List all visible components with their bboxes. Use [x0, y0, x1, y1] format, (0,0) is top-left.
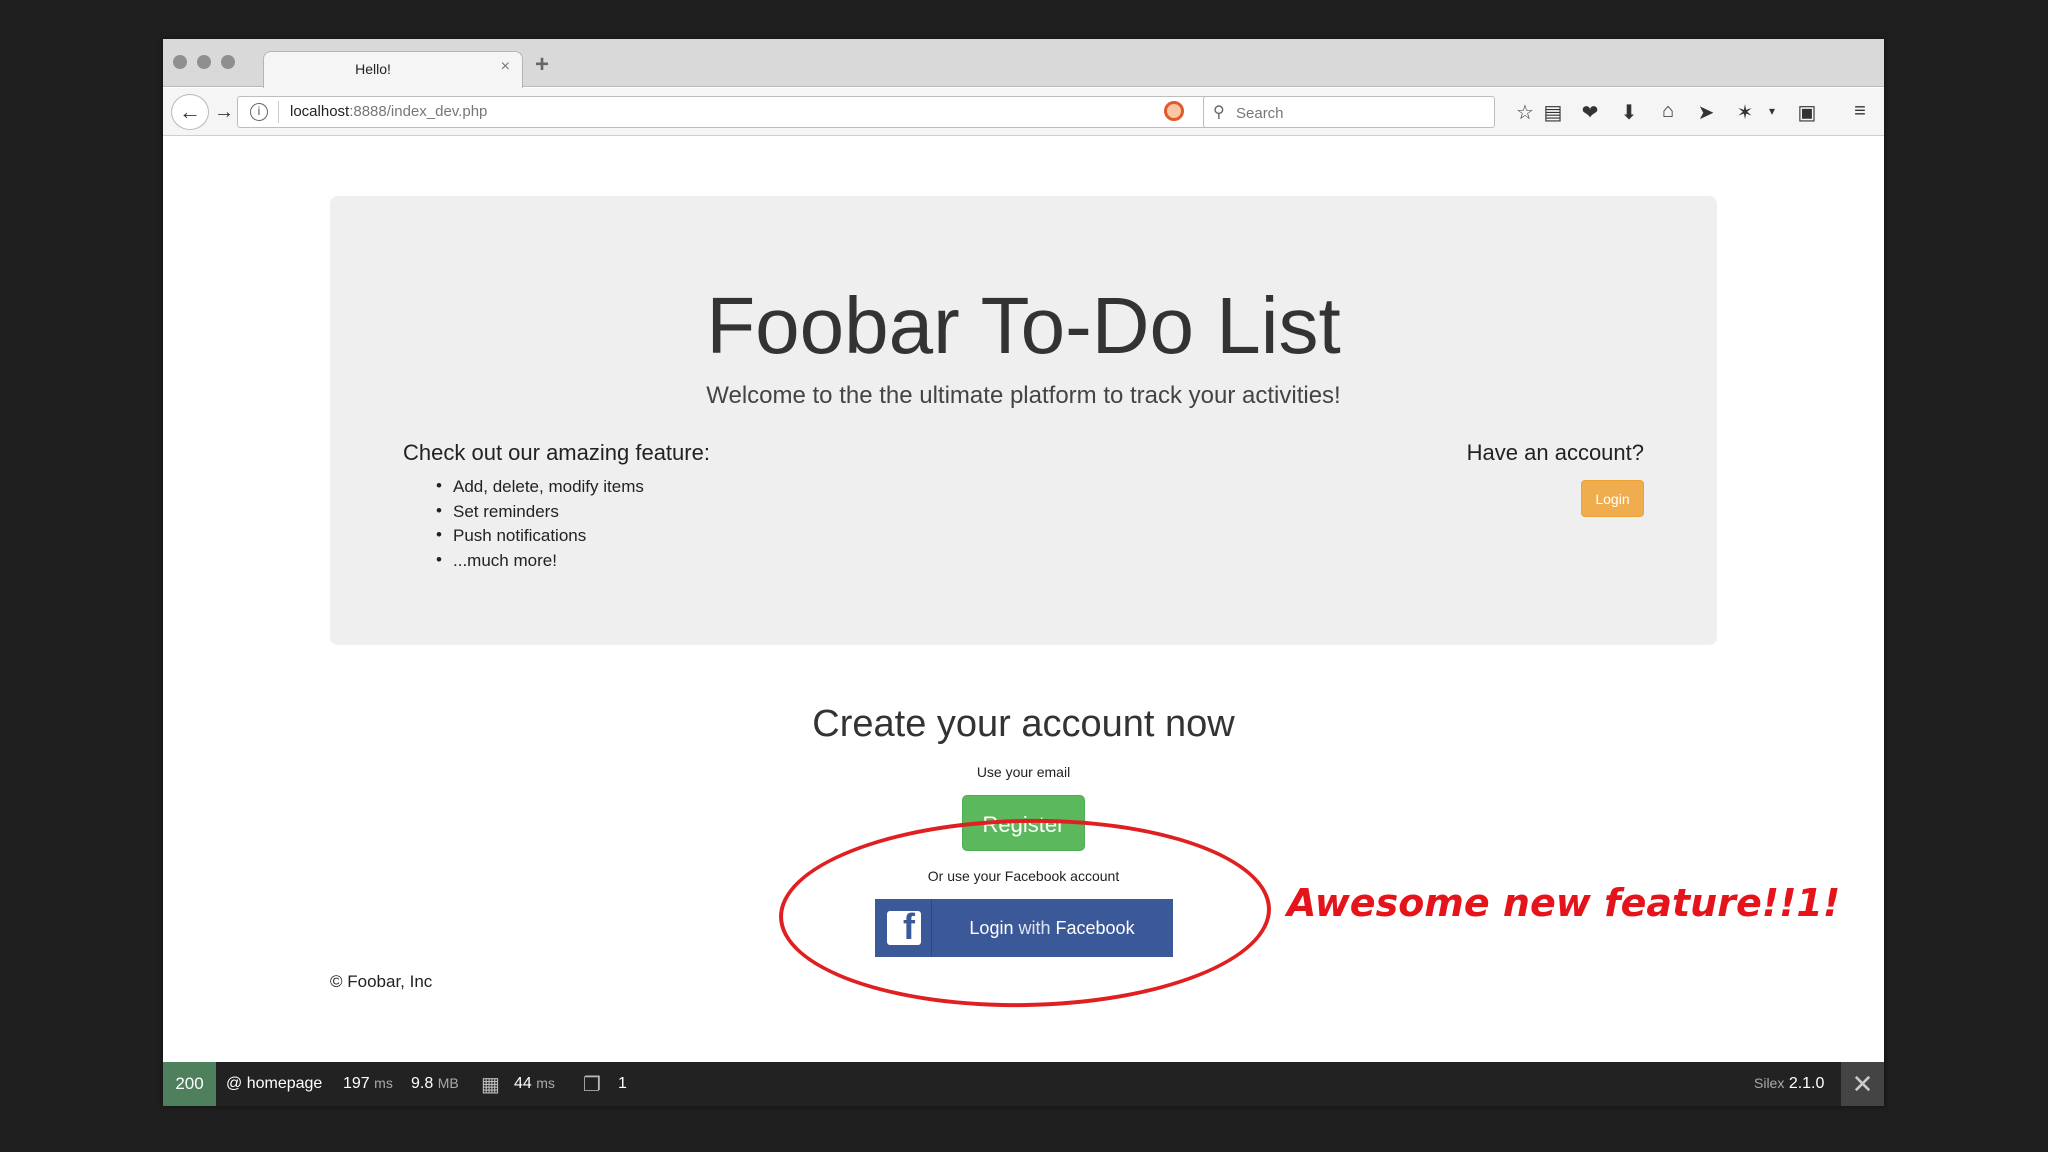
home-icon[interactable]: ⌂ — [1654, 100, 1682, 123]
page-content: Foobar To-Do List Welcome to the the ult… — [163, 137, 1884, 1061]
back-button[interactable]: ← — [171, 94, 209, 130]
features-heading: Check out our amazing feature: — [403, 440, 710, 465]
download-icon[interactable]: ⬇ — [1615, 100, 1643, 125]
memory-usage[interactable]: 9.8 MB — [411, 1075, 459, 1093]
url-bar[interactable]: i localhost:8888/index_dev.php ↻ — [237, 96, 1280, 128]
close-toolbar-button[interactable]: ✕ — [1841, 1062, 1884, 1106]
tab-title: Hello! — [355, 61, 391, 77]
account-heading: Have an account? — [1466, 440, 1644, 465]
blocker-extension-icon[interactable] — [1164, 101, 1184, 121]
info-icon[interactable]: i — [250, 103, 268, 121]
debug-toolbar: 200 @ homepage 197 ms 9.8 MB ▦ 44 ms ❐ 1… — [163, 1062, 1884, 1106]
url-text[interactable]: localhost:8888/index_dev.php — [290, 103, 487, 120]
search-icon: ⚲ — [1213, 104, 1225, 121]
requests-count[interactable]: 1 — [618, 1075, 627, 1093]
feature-item: Set reminders — [436, 501, 644, 527]
search-bar[interactable]: ⚲ Search — [1203, 96, 1495, 128]
reading-list-icon[interactable]: ▤ — [1539, 100, 1567, 125]
jumbotron: Foobar To-Do List Welcome to the the ult… — [330, 196, 1717, 645]
close-window-button[interactable] — [173, 55, 187, 69]
new-tab-button[interactable]: + — [535, 51, 549, 79]
url-separator — [278, 101, 279, 123]
requests-icon: ❐ — [583, 1074, 601, 1096]
extension-icon[interactable]: ✶ — [1731, 100, 1759, 125]
minimize-window-button[interactable] — [197, 55, 211, 69]
page-title: Foobar To-Do List — [706, 281, 1341, 370]
browser-window: Hello! × + ← → i localhost:8888/index_de… — [163, 39, 1884, 1106]
feature-item: Push notifications — [436, 525, 644, 551]
features-list: Add, delete, modify items Set reminders … — [436, 476, 644, 576]
page-subtitle: Welcome to the the ultimate platform to … — [706, 382, 1341, 409]
status-code-badge[interactable]: 200 — [163, 1062, 216, 1106]
tab-bar: Hello! × + — [163, 39, 1884, 88]
framework-version[interactable]: Silex 2.1.0 — [1754, 1075, 1824, 1093]
bookmark-star-icon[interactable]: ☆ — [1511, 100, 1539, 125]
route-name[interactable]: @ homepage — [226, 1075, 322, 1093]
annotation-text: Awesome new feature!!1! — [1287, 881, 1841, 925]
feature-item: ...much more! — [436, 550, 644, 576]
footer-copyright: © Foobar, Inc — [330, 972, 433, 991]
send-icon[interactable]: ➤ — [1692, 100, 1720, 125]
search-placeholder: Search — [1236, 105, 1284, 122]
pocket-icon[interactable]: ❤ — [1576, 100, 1604, 125]
feature-item: Add, delete, modify items — [436, 476, 644, 502]
signup-heading: Create your account now — [812, 703, 1235, 745]
db-time[interactable]: 44 ms — [514, 1075, 555, 1093]
tab-close-icon[interactable]: × — [501, 58, 510, 76]
extension-box-icon[interactable]: ▣ — [1793, 100, 1821, 125]
tab-hello[interactable]: Hello! × — [263, 51, 523, 88]
menu-icon[interactable]: ≡ — [1846, 100, 1874, 123]
extension-dropdown-icon[interactable]: ▾ — [1758, 104, 1786, 118]
forward-button[interactable]: → — [209, 94, 239, 130]
database-icon: ▦ — [481, 1074, 500, 1096]
annotation-circle — [777, 814, 1273, 1012]
navigation-bar: ← → i localhost:8888/index_dev.php ↻ ⚲ S… — [163, 88, 1884, 136]
zoom-window-button[interactable] — [221, 55, 235, 69]
use-email-label: Use your email — [976, 764, 1071, 780]
request-time[interactable]: 197 ms — [343, 1075, 393, 1093]
login-button[interactable]: Login — [1581, 480, 1644, 517]
